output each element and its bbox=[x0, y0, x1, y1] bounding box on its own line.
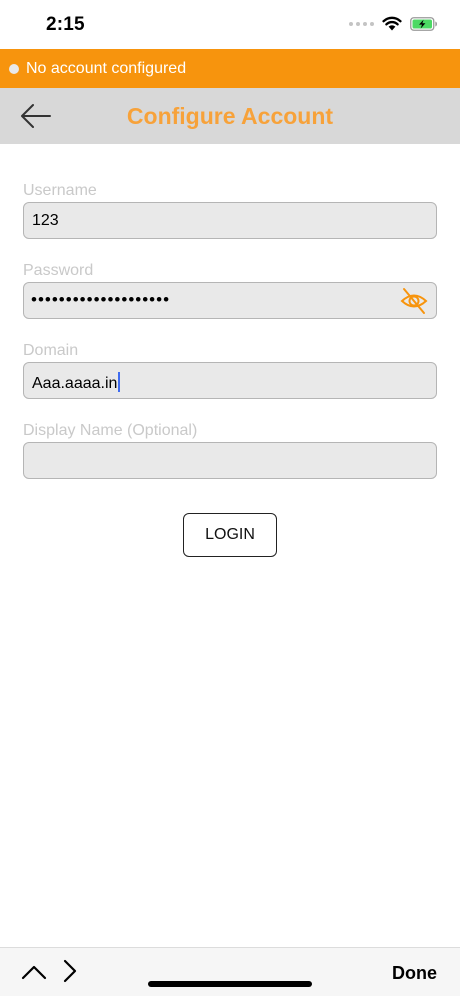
display-name-label: Display Name (Optional) bbox=[23, 422, 198, 439]
username-value: 123 bbox=[32, 212, 59, 229]
status-time: 2:15 bbox=[46, 14, 85, 35]
eye-slash-icon bbox=[400, 288, 428, 314]
display-name-field[interactable] bbox=[23, 442, 437, 479]
no-account-banner: No account configured bbox=[0, 49, 460, 88]
status-bar: 2:15 bbox=[0, 0, 460, 48]
next-field-button[interactable] bbox=[60, 958, 80, 984]
wifi-icon bbox=[382, 16, 402, 31]
login-button[interactable]: LOGIN bbox=[183, 513, 277, 557]
banner-text: No account configured bbox=[26, 60, 187, 77]
keyboard-toolbar: Done bbox=[0, 947, 460, 996]
password-value: •••••••••••••••••••• bbox=[31, 290, 171, 309]
status-dot-icon bbox=[9, 64, 19, 74]
password-field[interactable]: •••••••••••••••••••• bbox=[23, 282, 437, 319]
domain-label: Domain bbox=[23, 342, 79, 359]
text-caret bbox=[118, 372, 121, 392]
status-icons bbox=[349, 16, 438, 31]
chevron-up-icon bbox=[21, 965, 47, 980]
username-label: Username bbox=[23, 182, 97, 199]
password-visibility-toggle[interactable] bbox=[399, 286, 429, 316]
chevron-right-icon bbox=[63, 959, 77, 983]
done-button[interactable]: Done bbox=[392, 963, 437, 984]
password-label: Password bbox=[23, 262, 94, 279]
home-indicator bbox=[148, 981, 312, 987]
signal-dots-icon bbox=[349, 21, 374, 26]
previous-field-button[interactable] bbox=[20, 960, 48, 984]
nav-bar: Configure Account bbox=[0, 88, 460, 144]
domain-field[interactable]: Aaa.aaaa.in bbox=[23, 362, 437, 399]
page-title: Configure Account bbox=[126, 103, 334, 129]
username-field[interactable]: 123 bbox=[23, 202, 437, 239]
battery-charging-icon bbox=[410, 16, 437, 31]
domain-value: Aaa.aaaa.in bbox=[32, 372, 121, 393]
